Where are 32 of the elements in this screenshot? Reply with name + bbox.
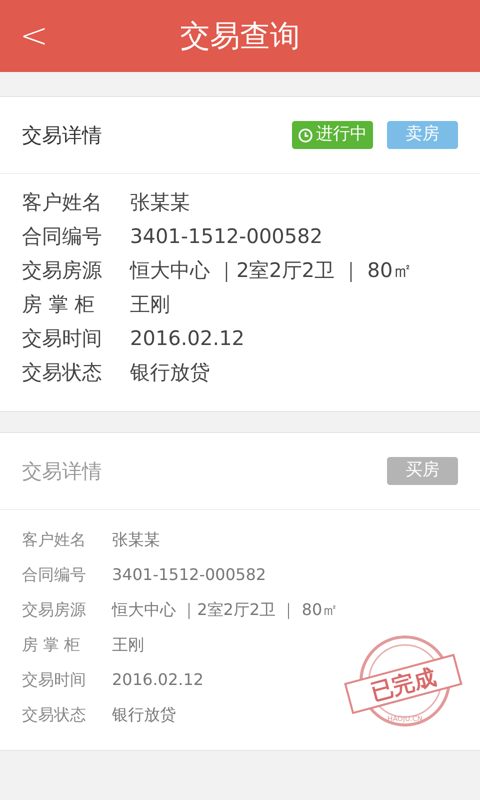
field-label: 房 掌 柜 (22, 634, 82, 656)
back-button[interactable]: < (16, 14, 52, 58)
field-label: 交易房源 (22, 599, 87, 621)
field-value: 恒大中心 ｜2室2厅2卫 ｜ 80㎡ (130, 257, 413, 284)
field-label: 交易状态 (22, 704, 87, 726)
card-title: 交易详情 (22, 122, 102, 149)
field-value: 3401-1512-000582 (130, 223, 323, 250)
field-value: 张某某 (130, 189, 190, 216)
card-title: 交易详情 (22, 458, 102, 485)
field-value: 3401-1512-000582 (112, 564, 266, 586)
field-label: 客户姓名 (22, 189, 103, 216)
field-value: 银行放贷 (112, 704, 176, 726)
field-label: 交易时间 (22, 325, 103, 352)
field-label: 交易状态 (22, 359, 103, 386)
field-value: 银行放贷 (130, 359, 210, 386)
field-value: 2016.02.12 (130, 325, 245, 352)
status-badge: 进行中 (292, 121, 373, 149)
clock-icon (298, 128, 313, 142)
field-label: 交易时间 (22, 669, 87, 691)
field-label: 合同编号 (22, 223, 103, 250)
field-value: 张某某 (112, 529, 160, 551)
field-label: 合同编号 (22, 564, 87, 586)
page-title: 交易查询 (180, 18, 300, 56)
type-tag: 卖房 (387, 121, 458, 149)
field-value: 王刚 (112, 634, 144, 656)
type-tag: 买房 (387, 457, 458, 485)
field-label: 交易房源 (22, 257, 103, 284)
field-value: 王刚 (130, 291, 170, 318)
field-value: 2016.02.12 (112, 669, 204, 691)
field-value: 恒大中心 ｜2室2厅2卫 ｜ 80㎡ (112, 599, 338, 621)
field-label: 房 掌 柜 (22, 291, 96, 318)
field-label: 客户姓名 (22, 529, 87, 551)
